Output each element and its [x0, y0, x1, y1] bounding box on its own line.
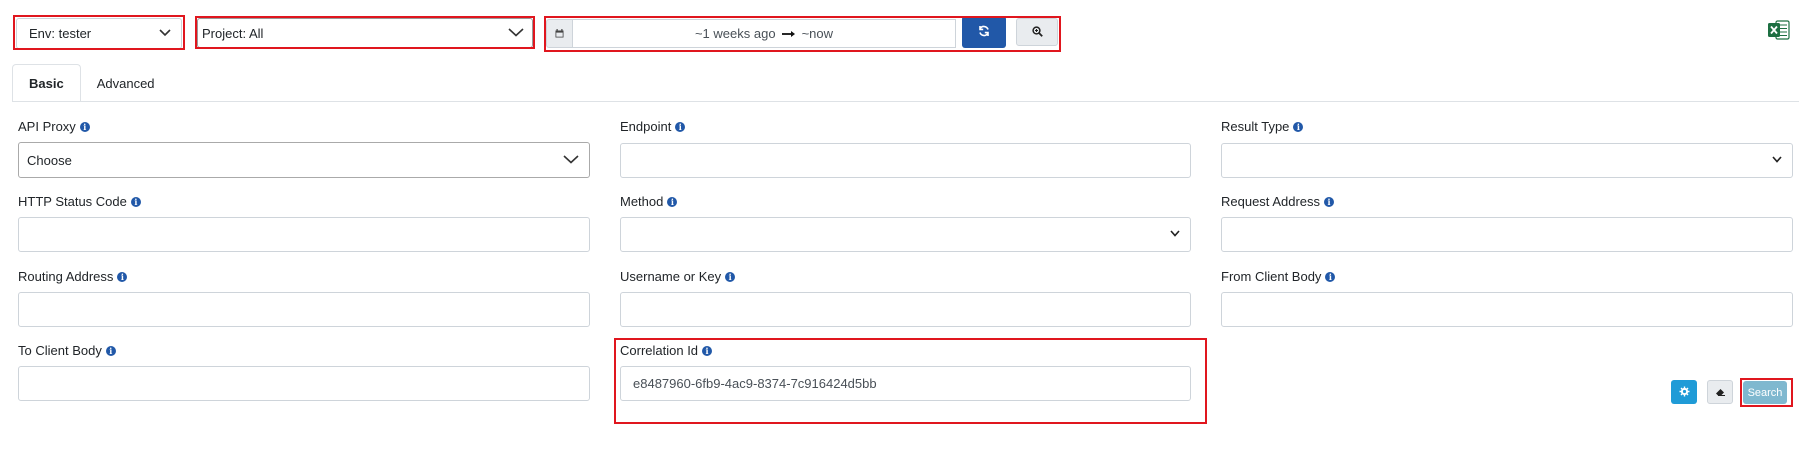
- method-label: Method i: [620, 194, 678, 209]
- result-type-label: Result Type i: [1221, 119, 1304, 134]
- info-icon: i: [725, 271, 736, 282]
- correlation-id-highlight: [614, 338, 1207, 424]
- from-client-body-input[interactable]: [1221, 292, 1793, 327]
- result-type-select[interactable]: [1221, 143, 1793, 178]
- method-select[interactable]: [620, 217, 1191, 252]
- info-icon: i: [117, 271, 128, 282]
- routing-address-input[interactable]: [18, 292, 590, 327]
- chevron-down-icon: [1170, 229, 1180, 240]
- info-icon: i: [105, 345, 116, 356]
- chevron-down-icon: [563, 155, 579, 165]
- username-or-key-label: Username or Key i: [620, 269, 736, 284]
- api-proxy-label: API Proxy i: [18, 119, 90, 134]
- http-status-code-input[interactable]: [18, 217, 590, 252]
- username-or-key-input[interactable]: [620, 292, 1191, 327]
- request-address-label: Request Address i: [1221, 194, 1335, 209]
- info-icon: i: [675, 121, 686, 132]
- chevron-down-icon: [1772, 155, 1782, 166]
- to-client-body-label: To Client Body i: [18, 343, 116, 358]
- info-icon: i: [130, 196, 141, 207]
- info-icon: i: [1325, 271, 1336, 282]
- info-icon: i: [667, 196, 678, 207]
- routing-address-label: Routing Address i: [18, 269, 128, 284]
- endpoint-label: Endpoint i: [620, 119, 686, 134]
- request-address-input[interactable]: [1221, 217, 1793, 252]
- info-icon: i: [79, 121, 90, 132]
- gear-icon: [1679, 385, 1690, 400]
- env-select-highlight: [13, 15, 185, 50]
- endpoint-input[interactable]: [620, 143, 1191, 178]
- tab-bar: Basic Advanced: [12, 64, 171, 102]
- project-select-highlight: [195, 16, 535, 49]
- info-icon: i: [1324, 196, 1335, 207]
- api-proxy-select[interactable]: Choose: [18, 142, 590, 178]
- excel-icon[interactable]: [1768, 20, 1790, 40]
- settings-button[interactable]: [1671, 380, 1697, 404]
- http-status-code-label: HTTP Status Code i: [18, 194, 141, 209]
- date-range-highlight: [544, 16, 1061, 52]
- api-proxy-value: Choose: [27, 152, 72, 168]
- eraser-icon: [1715, 385, 1726, 400]
- clear-button[interactable]: [1707, 380, 1733, 404]
- tab-advanced[interactable]: Advanced: [81, 64, 171, 102]
- search-button-highlight: [1740, 378, 1793, 407]
- tab-basic[interactable]: Basic: [12, 64, 81, 102]
- info-icon: i: [1293, 121, 1304, 132]
- from-client-body-label: From Client Body i: [1221, 269, 1336, 284]
- to-client-body-input[interactable]: [18, 366, 590, 401]
- tab-divider: [12, 101, 1799, 102]
